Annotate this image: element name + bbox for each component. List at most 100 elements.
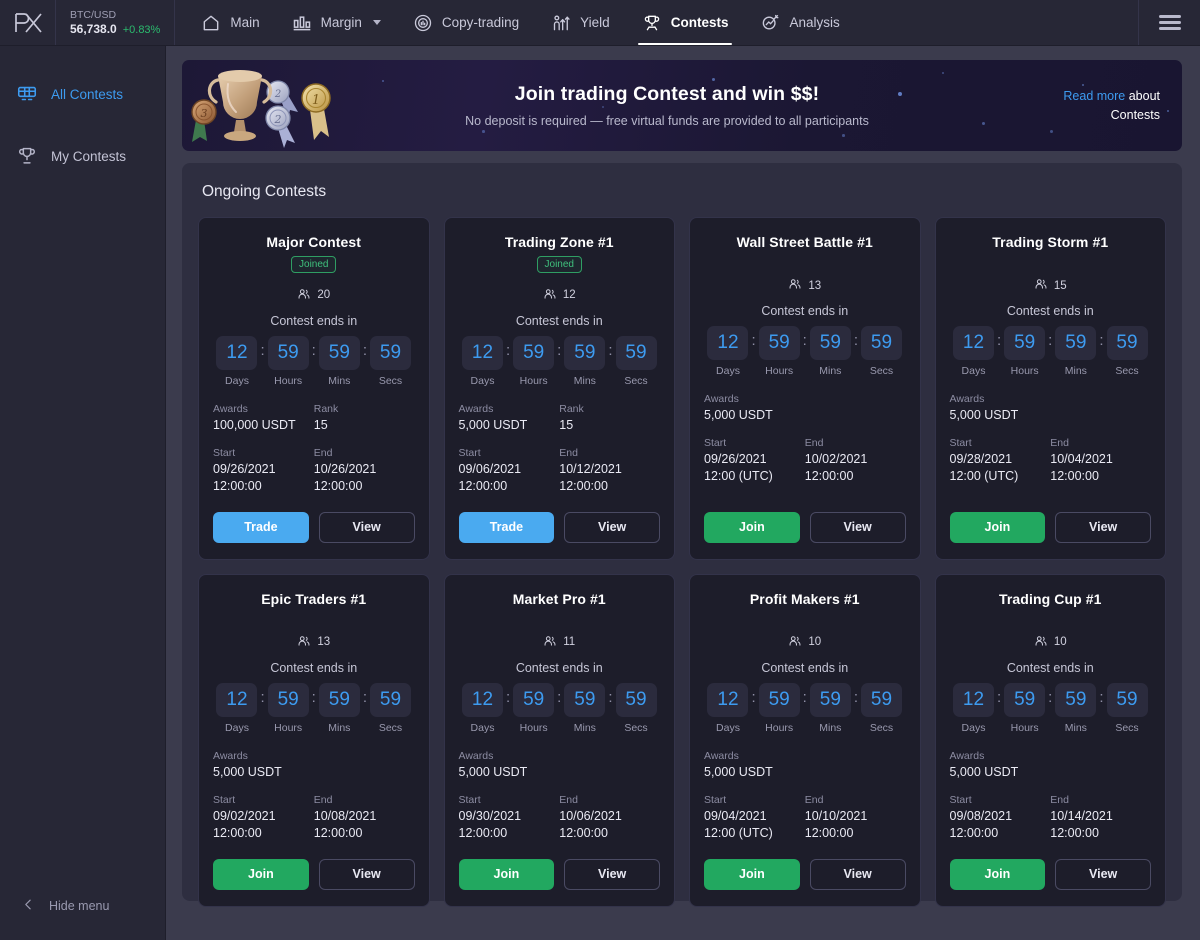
- end-label: End: [805, 793, 906, 808]
- countdown-timer: 12Days : 59Hours : 59Mins : 59Secs: [213, 336, 415, 387]
- start-date: 09/06/2021: [459, 461, 560, 478]
- end-date: 10/10/2021: [805, 808, 906, 825]
- timer-mins: 59Mins: [810, 326, 851, 377]
- nav-item-margin[interactable]: Margin: [276, 0, 397, 45]
- contests-grid-icon: [16, 83, 38, 105]
- primary-action-button[interactable]: Trade: [459, 512, 555, 543]
- view-button[interactable]: View: [564, 512, 660, 543]
- contest-card-3[interactable]: Wall Street Battle #1 13 Contest ends in…: [689, 217, 921, 560]
- timer-secs: 59Secs: [370, 683, 411, 734]
- nav-item-copy-trading[interactable]: Copy-trading: [397, 0, 535, 45]
- timer-separator: :: [748, 326, 758, 349]
- rank-label: Rank: [559, 402, 660, 417]
- card-actions: Trade View: [213, 495, 415, 543]
- primary-action-button[interactable]: Join: [950, 512, 1046, 543]
- view-button[interactable]: View: [319, 512, 415, 543]
- promo-banner[interactable]: 3 2 2 1: [182, 60, 1182, 151]
- primary-action-button[interactable]: Join: [704, 859, 800, 890]
- contest-card-1[interactable]: Major Contest Joined 20 Contest ends in …: [198, 217, 430, 560]
- timer-separator: :: [605, 336, 615, 359]
- timer-days: 12Days: [462, 336, 503, 387]
- chevron-down-icon[interactable]: [373, 20, 381, 25]
- contest-card-4[interactable]: Trading Storm #1 15 Contest ends in 12Da…: [935, 217, 1167, 560]
- read-more-link[interactable]: Read more: [1063, 89, 1125, 103]
- sidebar-item-all-contests[interactable]: All Contests: [0, 72, 165, 116]
- awards-label: Awards: [213, 749, 415, 764]
- main-nav: Main Margin: [185, 0, 855, 45]
- contest-ends-label: Contest ends in: [704, 304, 906, 318]
- view-button[interactable]: View: [1055, 859, 1151, 890]
- view-button[interactable]: View: [810, 859, 906, 890]
- nav-item-analysis[interactable]: Analysis: [744, 0, 855, 45]
- contests-grid: Major Contest Joined 20 Contest ends in …: [198, 217, 1166, 907]
- primary-action-button[interactable]: Trade: [213, 512, 309, 543]
- svg-text:2: 2: [274, 113, 282, 126]
- start-date: 09/26/2021: [704, 451, 805, 468]
- view-button[interactable]: View: [564, 859, 660, 890]
- timer-mins: 59Mins: [1055, 683, 1096, 734]
- rank-col: Rank 15: [314, 402, 415, 434]
- primary-action-button[interactable]: Join: [459, 859, 555, 890]
- nav-item-contests[interactable]: Contests: [626, 0, 745, 45]
- dates-row: Start 09/02/2021 12:00:00 End 10/08/2021…: [213, 793, 415, 842]
- start-date: 09/30/2021: [459, 808, 560, 825]
- read-more-suffix: about: [1129, 89, 1160, 103]
- view-button[interactable]: View: [1055, 512, 1151, 543]
- nav-label: Contests: [671, 15, 729, 30]
- contest-card-2[interactable]: Trading Zone #1 Joined 12 Contest ends i…: [444, 217, 676, 560]
- read-more-line2: Contests: [1017, 106, 1160, 125]
- sidebar-item-my-contests[interactable]: My Contests: [0, 134, 165, 178]
- start-date: 09/28/2021: [950, 451, 1051, 468]
- awards-rank-row: Awards 5,000 USDT: [950, 749, 1152, 781]
- awards-value: 5,000 USDT: [459, 764, 661, 781]
- hamburger-lines: [1159, 12, 1181, 33]
- members-count: 11: [459, 634, 661, 651]
- rank-value: 15: [314, 417, 415, 434]
- timer-secs: 59Secs: [616, 683, 657, 734]
- dates-row: Start 09/04/2021 12:00 (UTC) End 10/10/2…: [704, 793, 906, 842]
- nav-item-main[interactable]: Main: [185, 0, 275, 45]
- view-button[interactable]: View: [319, 859, 415, 890]
- contest-name: Major Contest: [213, 234, 415, 250]
- timer-separator: :: [503, 336, 513, 359]
- contest-card-6[interactable]: Market Pro #1 11 Contest ends in 12Days …: [444, 574, 676, 907]
- end-label: End: [314, 446, 415, 461]
- members-value: 20: [317, 289, 330, 301]
- hide-menu-button[interactable]: Hide menu: [0, 898, 165, 940]
- awards-col: Awards 5,000 USDT: [704, 392, 906, 424]
- nav-item-yield[interactable]: Yield: [535, 0, 626, 45]
- countdown-timer: 12Days : 59Hours : 59Mins : 59Secs: [459, 683, 661, 734]
- ticker[interactable]: BTC/USD 56,738.0 +0.83%: [56, 0, 175, 45]
- card-actions: Join View: [704, 495, 906, 543]
- members-icon: [1034, 277, 1048, 294]
- members-value: 10: [808, 636, 821, 648]
- awards-label: Awards: [213, 402, 314, 417]
- contest-ends-label: Contest ends in: [704, 661, 906, 675]
- trophy-outline-icon: [16, 145, 38, 167]
- trophy-icon: [642, 13, 662, 33]
- end-col: End 10/06/2021 12:00:00: [559, 793, 660, 842]
- contest-ends-label: Contest ends in: [213, 314, 415, 328]
- start-col: Start 09/06/2021 12:00:00: [459, 446, 560, 495]
- contest-card-7[interactable]: Profit Makers #1 10 Contest ends in 12Da…: [689, 574, 921, 907]
- end-date: 10/12/2021: [559, 461, 660, 478]
- px-logo-icon[interactable]: [0, 0, 56, 45]
- view-button[interactable]: View: [810, 512, 906, 543]
- contest-card-5[interactable]: Epic Traders #1 13 Contest ends in 12Day…: [198, 574, 430, 907]
- contest-ends-label: Contest ends in: [213, 661, 415, 675]
- primary-action-button[interactable]: Join: [213, 859, 309, 890]
- primary-action-button[interactable]: Join: [950, 859, 1046, 890]
- timer-secs: 59Secs: [1107, 683, 1148, 734]
- contest-card-8[interactable]: Trading Cup #1 10 Contest ends in 12Days…: [935, 574, 1167, 907]
- hamburger-menu-icon[interactable]: [1138, 0, 1200, 45]
- end-time: 12:00:00: [805, 468, 906, 485]
- countdown-timer: 12Days : 59Hours : 59Mins : 59Secs: [459, 336, 661, 387]
- awards-value: 5,000 USDT: [950, 764, 1152, 781]
- end-col: End 10/10/2021 12:00:00: [805, 793, 906, 842]
- primary-action-button[interactable]: Join: [704, 512, 800, 543]
- svg-text:2: 2: [274, 89, 281, 100]
- start-label: Start: [950, 436, 1051, 451]
- start-label: Start: [704, 436, 805, 451]
- end-label: End: [1050, 793, 1151, 808]
- nav-label: Copy-trading: [442, 15, 519, 30]
